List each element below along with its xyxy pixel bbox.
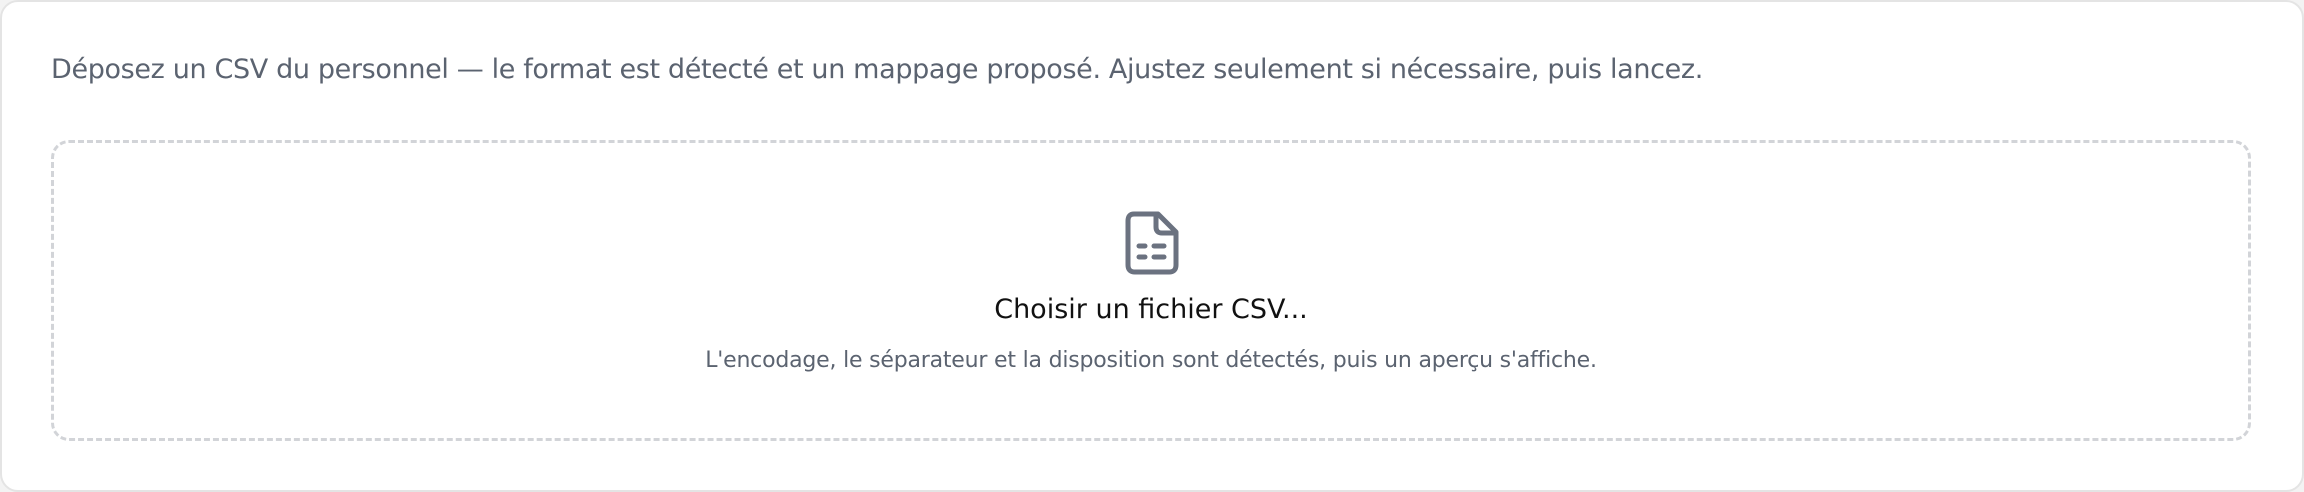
file-spreadsheet-icon <box>1125 211 1179 275</box>
dropzone-title[interactable]: Choisir un fichier CSV... <box>54 293 2248 327</box>
csv-import-card: Déposez un CSV du personnel — le format … <box>0 0 2304 492</box>
dropzone-hint: L'encodage, le séparateur et la disposit… <box>705 348 1597 373</box>
csv-dropzone[interactable]: Choisir un fichier CSV... L'encodage, le… <box>51 140 2251 441</box>
intro-text: Déposez un CSV du personnel — le format … <box>51 54 1703 85</box>
